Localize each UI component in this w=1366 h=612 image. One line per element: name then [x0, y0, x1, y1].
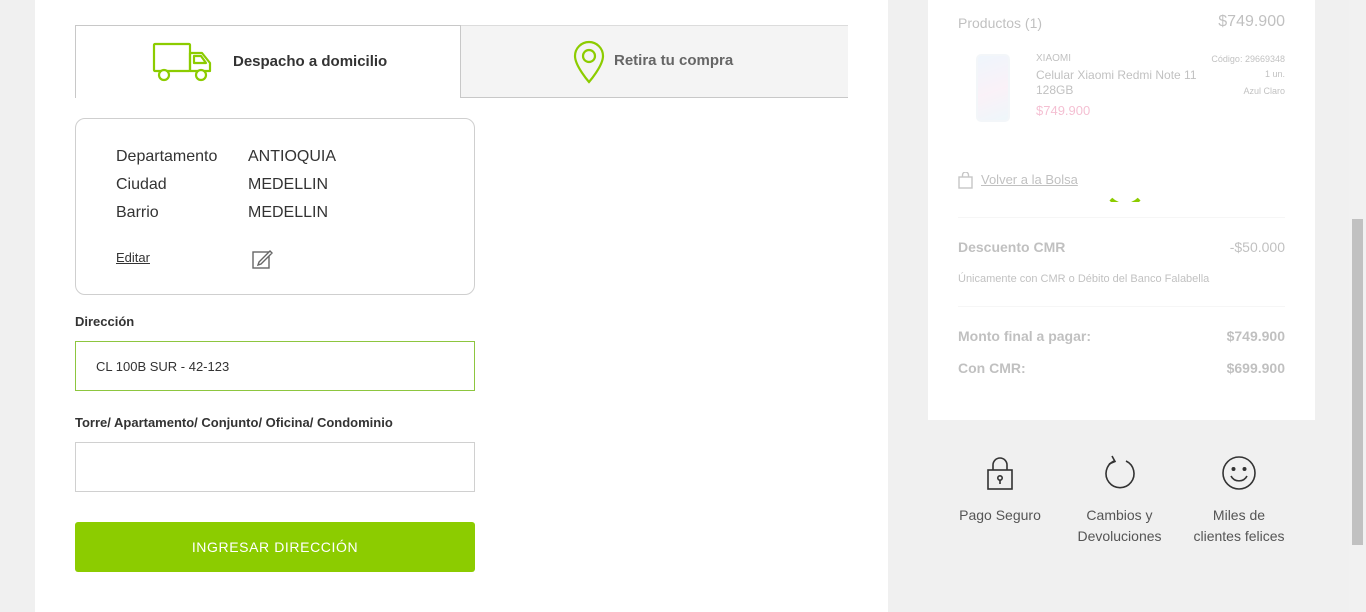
location-pin-icon [573, 40, 605, 89]
products-label: Productos (1) [958, 15, 1043, 31]
discount-label: Descuento CMR [958, 239, 1066, 255]
product-color: Azul Claro [1243, 86, 1285, 96]
product-image [976, 54, 1010, 122]
product-price: $749.900 [1036, 103, 1091, 118]
loading-spinner-icon [1102, 178, 1142, 202]
unit-input[interactable] [75, 442, 475, 492]
scrollbar-thumb[interactable] [1352, 219, 1363, 545]
location-value: MEDELLIN [248, 204, 329, 221]
location-key: Barrio [116, 204, 159, 221]
feature-text: clientes felices [1193, 528, 1285, 544]
padlock-icon [955, 455, 1045, 497]
tab-label: Retira tu compra [614, 52, 734, 69]
checkout-main-panel: Despacho a domicilio Retira tu compra De… [35, 0, 888, 612]
location-value: ANTIOQUIA [248, 148, 337, 165]
products-total: $749.900 [1218, 13, 1285, 30]
unit-label: Torre/ Apartamento/ Conjunto/ Oficina/ C… [75, 415, 393, 430]
feature-returns: Cambios y Devoluciones [1072, 455, 1167, 547]
back-to-bag-link[interactable]: Volver a la Bolsa [981, 172, 1078, 187]
edit-pencil-icon[interactable] [251, 248, 273, 275]
divider [958, 217, 1285, 218]
location-card: Departamento ANTIOQUIA Ciudad MEDELLIN B… [75, 118, 475, 295]
order-summary: Productos (1) $749.900 XIAOMI Celular Xi… [928, 0, 1315, 420]
final-amount-label: Monto final a pagar: [958, 328, 1091, 344]
bag-icon [958, 171, 973, 192]
product-code: Código: 29669348 [1211, 54, 1285, 64]
tab-home-delivery[interactable]: Despacho a domicilio [75, 25, 461, 98]
address-label: Dirección [75, 314, 135, 329]
location-key: Departamento [116, 148, 218, 165]
feature-text: Cambios y [1086, 507, 1153, 523]
feature-secure-payment: Pago Seguro [955, 455, 1045, 526]
product-qty: 1 un. [1264, 69, 1285, 79]
cmr-value: $699.900 [1226, 360, 1285, 376]
smiley-icon [1188, 455, 1290, 497]
product-name: Celular Xiaomi Redmi Note 11 128GB [1036, 68, 1197, 97]
tab-store-pickup[interactable]: Retira tu compra [461, 25, 848, 98]
feature-text: Devoluciones [1077, 528, 1162, 544]
location-key: Ciudad [116, 176, 167, 193]
feature-happy-customers: Miles de clientes felices [1188, 455, 1290, 547]
address-input[interactable] [75, 341, 475, 391]
cmr-label: Con CMR: [958, 360, 1026, 376]
discount-value: -$50.000 [1229, 239, 1285, 255]
tab-label: Despacho a domicilio [233, 53, 388, 70]
feature-text: Miles de [1212, 507, 1266, 523]
edit-location-link[interactable]: Editar [116, 250, 150, 265]
truck-icon [152, 41, 214, 88]
divider [958, 306, 1285, 307]
discount-note: Únicamente con CMR o Débito del Banco Fa… [958, 273, 1210, 285]
product-brand: XIAOMI [1036, 53, 1072, 64]
feature-text: Pago Seguro [959, 507, 1041, 523]
return-arrow-icon [1072, 455, 1167, 497]
final-amount-value: $749.900 [1226, 328, 1285, 344]
location-value: MEDELLIN [248, 176, 329, 193]
submit-address-button[interactable]: INGRESAR DIRECCIÓN [75, 522, 475, 572]
